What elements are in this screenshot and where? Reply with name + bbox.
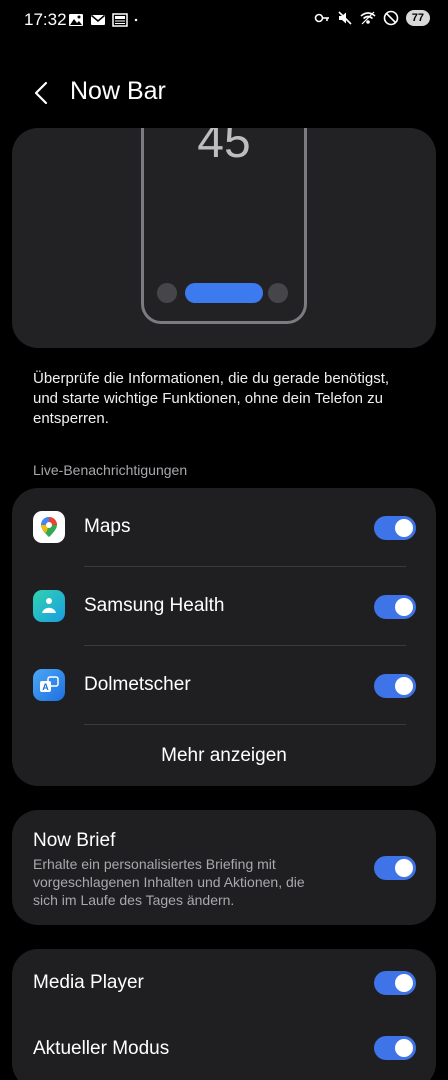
status-bar: 17:32 77 [0,0,448,40]
page-description: Überprüfe die Informationen, die du gera… [33,370,390,427]
app-row-maps[interactable]: Maps [12,488,436,567]
wifi-icon [360,11,376,25]
other-settings-card: Media Player Aktueller Modus [12,949,436,1080]
preview-now-bar-pill [185,283,263,303]
dot-icon [134,18,138,22]
preview-clock: 45 [197,128,251,168]
app-label: Samsung Health [84,595,225,616]
live-notifications-card: Maps Samsung Health A Dolmetscher Mehr a… [12,488,436,786]
back-button[interactable] [26,78,56,108]
interpreter-icon: A [33,669,65,701]
maps-icon [33,511,65,543]
now-brief-title: Now Brief [33,830,116,851]
page-title: Now Bar [70,77,166,105]
setting-label: Aktueller Modus [33,1038,170,1059]
toggle-dolmetscher[interactable] [374,674,416,698]
now-brief-card[interactable]: Now Brief Erhalte ein personalisiertes B… [12,810,436,925]
app-label: Dolmetscher [84,674,191,695]
system-icons: 77 [314,10,430,26]
mail-icon [91,14,105,25]
app-header: Now Bar [0,68,448,118]
app-row-dolmetscher[interactable]: A Dolmetscher [12,646,436,725]
samsung-health-icon [33,590,65,622]
section-label-live: Live-Benachrichtigungen [33,462,188,478]
preview-dot-left [157,283,177,303]
mute-icon [338,11,352,25]
preview-dot-right [268,283,288,303]
now-brief-description: Erhalte ein personalisiertes Briefing mi… [33,856,305,908]
setting-label: Media Player [33,972,144,993]
gallery-icon [69,14,83,26]
toggle-media-player[interactable] [374,971,416,995]
do-not-disturb-icon [383,10,399,26]
toggle-current-mode[interactable] [374,1036,416,1060]
toggle-now-brief[interactable] [374,856,416,880]
notification-icons [68,12,142,28]
now-bar-preview: 45 [12,128,436,348]
toggle-samsung-health[interactable] [374,595,416,619]
battery-indicator: 77 [405,10,430,26]
status-time: 17:32 [24,10,67,29]
app-row-samsung-health[interactable]: Samsung Health [12,567,436,646]
key-icon [314,13,329,23]
app-label: Maps [84,516,131,537]
toggle-maps[interactable] [374,516,416,540]
chevron-left-icon [34,81,48,105]
show-more-button[interactable]: Mehr anzeigen [12,725,436,786]
news-icon [112,13,128,27]
